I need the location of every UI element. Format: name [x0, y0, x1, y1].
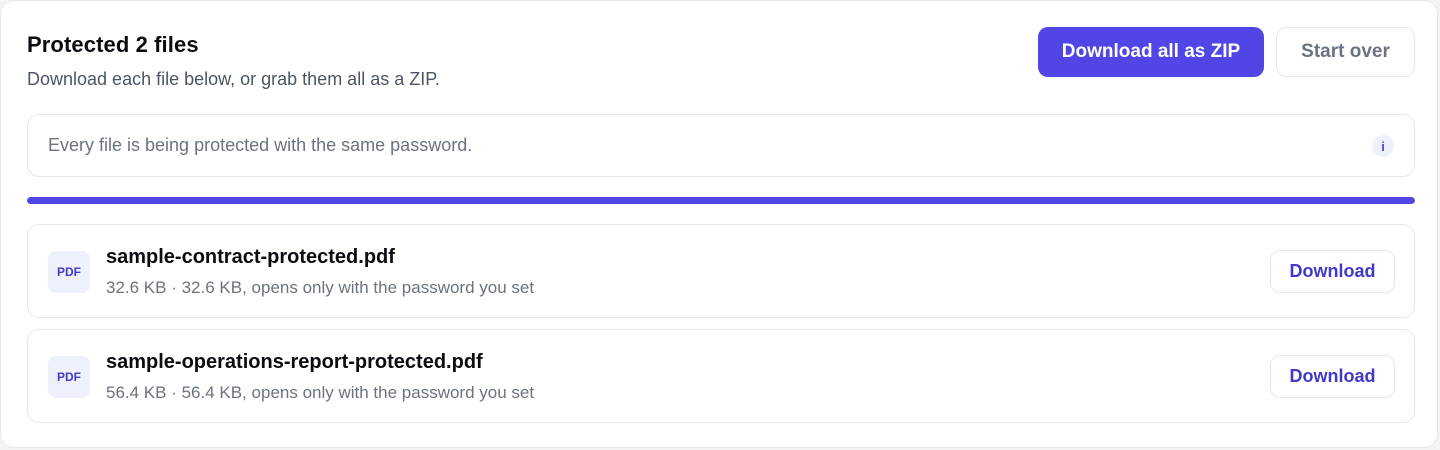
download-file-button[interactable]: Download [1270, 355, 1395, 398]
progress-bar-fill [27, 197, 1415, 204]
file-row: PDF sample-contract-protected.pdf 32.6 K… [27, 224, 1415, 318]
file-meta: 32.6 KB · 32.6 KB, opens only with the p… [106, 278, 535, 297]
file-meta: 56.4 KB · 56.4 KB, opens only with the p… [106, 383, 535, 402]
download-all-zip-button[interactable]: Download all as ZIP [1038, 27, 1264, 77]
file-row: PDF sample-operations-report-protected.p… [27, 329, 1415, 423]
password-notice: Every file is being protected with the s… [27, 114, 1415, 177]
page-subtitle: Download each file below, or grab them a… [27, 69, 440, 89]
results-card: Protected 2 files Download each file bel… [0, 0, 1438, 448]
file-name: sample-operations-report-protected.pdf [106, 351, 483, 373]
download-file-button[interactable]: Download [1270, 250, 1395, 293]
pdf-file-icon: PDF [48, 251, 90, 293]
page-title: Protected 2 files [27, 32, 199, 57]
password-notice-text: Every file is being protected with the s… [48, 135, 473, 155]
pdf-file-icon: PDF [48, 356, 90, 398]
start-over-button[interactable]: Start over [1276, 27, 1415, 77]
info-icon[interactable]: i [1372, 135, 1394, 157]
file-name: sample-contract-protected.pdf [106, 246, 395, 268]
progress-bar [27, 197, 1415, 204]
